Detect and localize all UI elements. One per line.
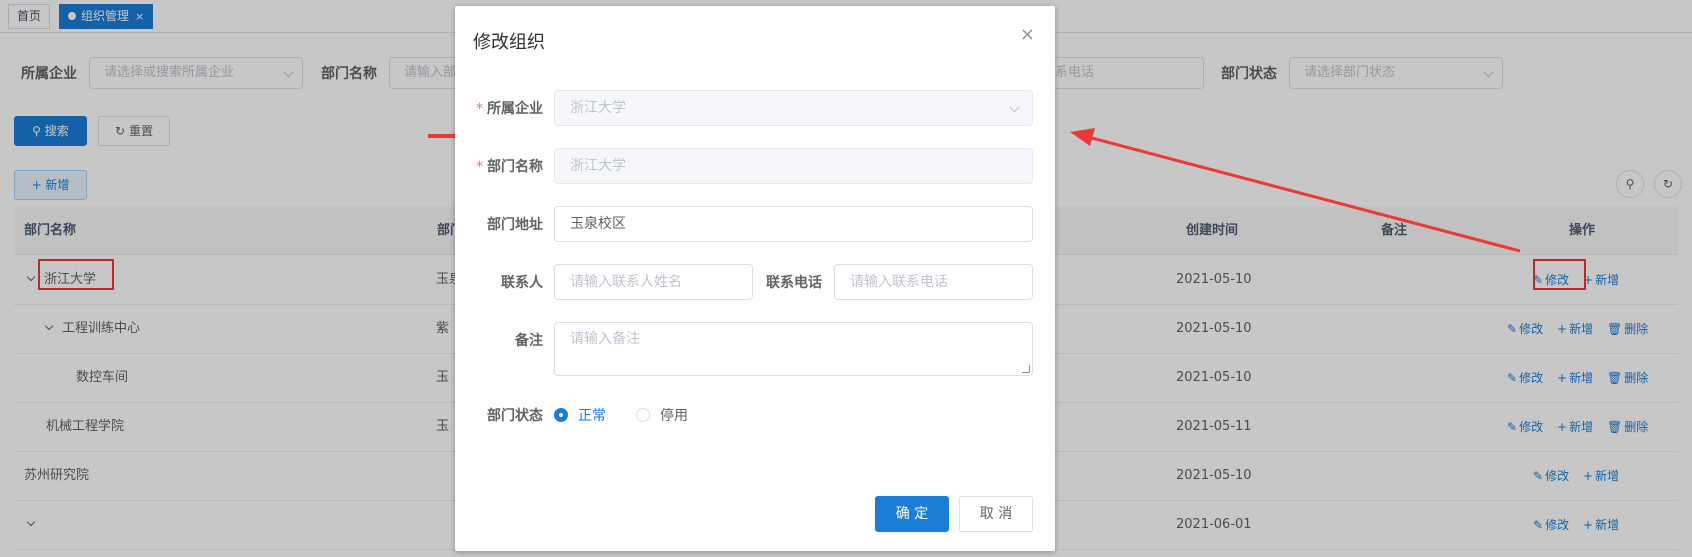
confirm-button[interactable]: 确 定: [875, 496, 949, 532]
phone-input[interactable]: 请输入联系电话: [834, 264, 1033, 300]
enterprise-label: * 所属企业: [476, 101, 543, 117]
dept-name-input[interactable]: 浙江大学: [554, 148, 1033, 184]
contact-input[interactable]: 请输入联系人姓名: [554, 264, 753, 300]
phone-label: 联系电话: [766, 275, 822, 291]
chevron-down-icon: [1009, 102, 1020, 113]
remark-textarea[interactable]: 请输入备注: [554, 322, 1033, 376]
address-input[interactable]: 玉泉校区: [554, 206, 1033, 242]
contact-label: 联系人: [501, 275, 543, 291]
status-label: 部门状态: [487, 408, 543, 424]
status-normal-radio[interactable]: [554, 408, 568, 422]
remark-label: 备注: [515, 333, 543, 349]
address-label: 部门地址: [487, 217, 543, 233]
enterprise-select[interactable]: 浙江大学: [554, 90, 1033, 126]
status-normal-label[interactable]: 正常: [578, 405, 606, 425]
dept-name-label: * 部门名称: [476, 159, 543, 175]
cancel-button[interactable]: 取 消: [959, 496, 1033, 532]
arrow-right-shaft: [1087, 135, 1521, 253]
edit-org-dialog: 修改组织 × * 所属企业 浙江大学 * 部门名称 浙江大学 部门地址 玉泉校区 联…: [455, 6, 1055, 551]
status-disabled-label[interactable]: 停用: [660, 405, 688, 425]
arrow-right-head: [1070, 128, 1095, 146]
resize-handle-icon[interactable]: [1022, 365, 1030, 373]
dialog-title: 修改组织: [473, 32, 545, 53]
status-disabled-radio[interactable]: [636, 408, 650, 422]
close-icon[interactable]: ×: [1020, 24, 1035, 45]
